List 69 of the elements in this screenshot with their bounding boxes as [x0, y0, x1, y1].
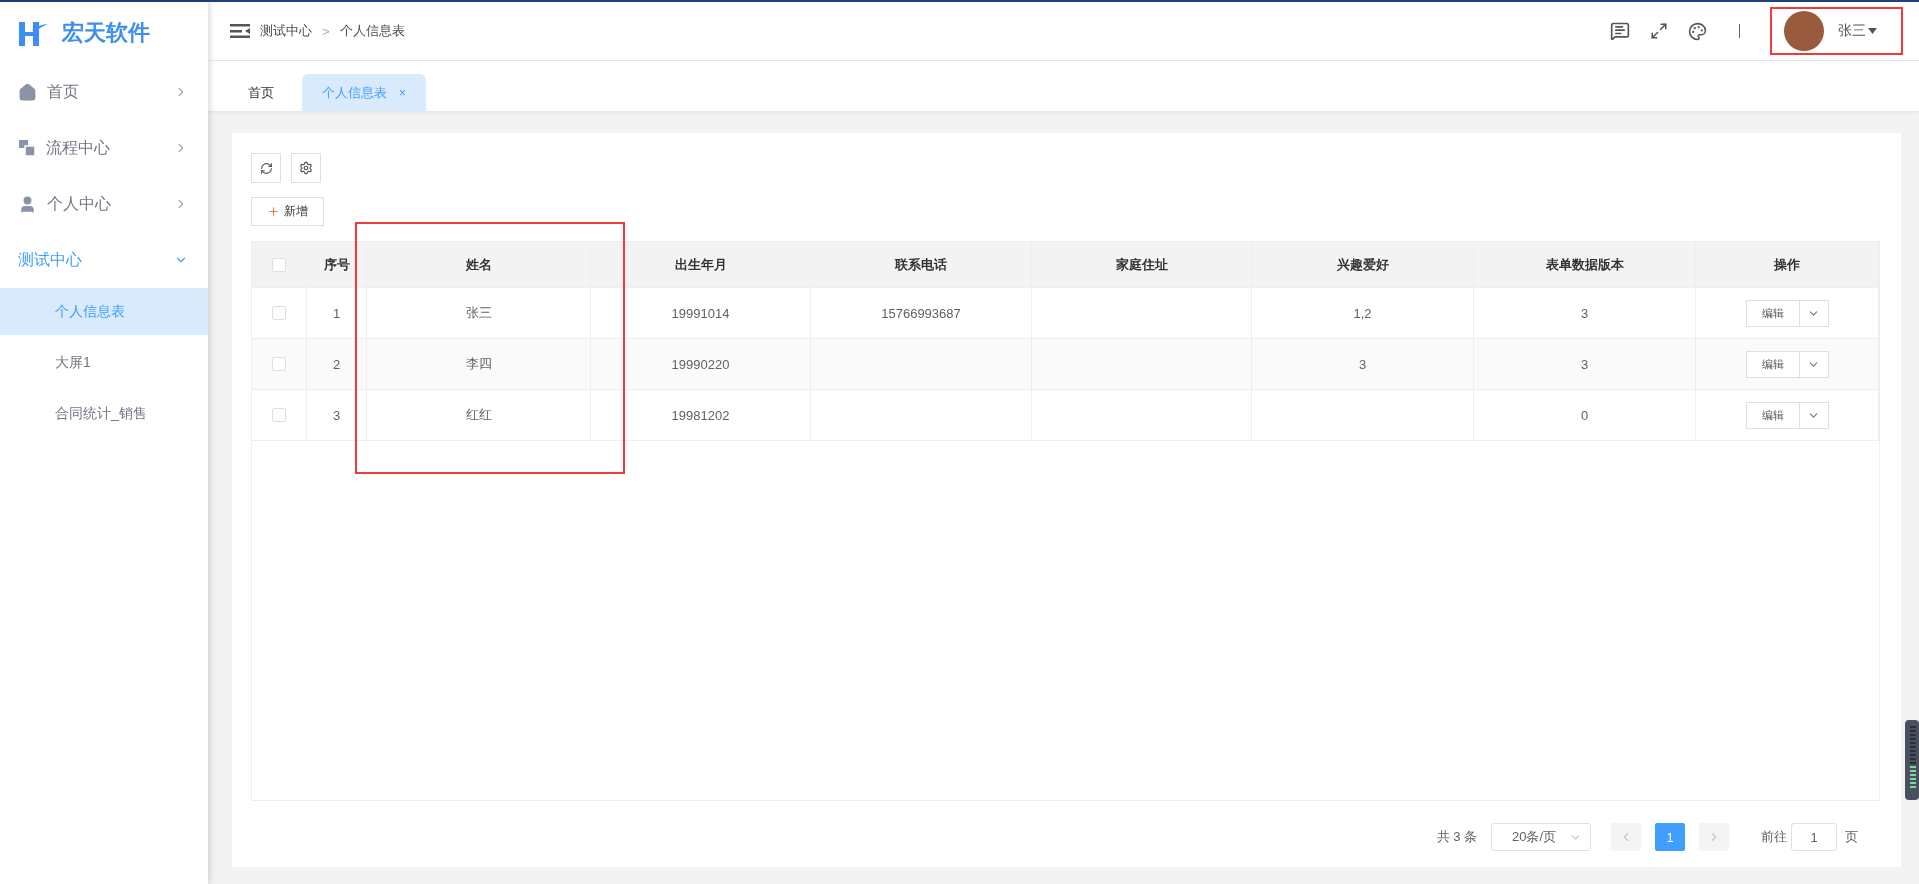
- refresh-button[interactable]: [251, 153, 281, 183]
- table-cell: 3: [1252, 339, 1474, 390]
- edit-button[interactable]: 编辑: [1745, 350, 1799, 378]
- checkbox[interactable]: [272, 306, 286, 320]
- logo-text: 宏天软件: [62, 19, 150, 47]
- column-header: 操作: [1696, 242, 1879, 288]
- sidebar-subitem[interactable]: 合同统计_销售: [0, 390, 208, 437]
- column-header: 出生年月: [591, 242, 811, 288]
- table-cell: 19991014: [591, 288, 811, 339]
- home-icon: [18, 82, 37, 102]
- edit-button[interactable]: 编辑: [1745, 401, 1799, 429]
- table-cell: 19990220: [591, 339, 811, 390]
- page-size-select[interactable]: 20条/页: [1491, 823, 1591, 851]
- dropdown-button[interactable]: [1798, 401, 1829, 429]
- checkbox[interactable]: [272, 408, 286, 422]
- sidebar-item[interactable]: 流程中心: [0, 120, 208, 176]
- table-cell: 张三: [367, 288, 591, 339]
- column-header: 序号: [307, 242, 367, 288]
- goto-label: 前往: [1761, 828, 1787, 846]
- sidebar-subitem[interactable]: 大屏1: [0, 339, 208, 386]
- column-header: 姓名: [367, 242, 591, 288]
- checkbox[interactable]: [272, 357, 286, 371]
- checkbox[interactable]: [272, 257, 286, 272]
- avatar: [1784, 11, 1824, 51]
- breadcrumb-item[interactable]: 测试中心: [260, 22, 312, 40]
- breadcrumb-item: 个人信息表: [339, 22, 405, 40]
- prev-page-button[interactable]: [1611, 823, 1641, 851]
- fullscreen-icon[interactable]: [1650, 22, 1668, 40]
- table-cell: 1,2: [1252, 288, 1474, 339]
- edit-button[interactable]: 编辑: [1745, 299, 1799, 327]
- table-cell: 李四: [367, 339, 591, 390]
- sidebar-item[interactable]: 首页: [0, 64, 208, 120]
- windows-icon: [18, 139, 36, 157]
- sidebar-item[interactable]: 测试中心: [0, 232, 208, 288]
- table-cell: 19981202: [591, 390, 811, 441]
- add-button[interactable]: 新增: [251, 197, 324, 226]
- palette-icon[interactable]: [1688, 21, 1707, 41]
- column-header: 联系电话: [811, 242, 1032, 288]
- caret-icon: [1868, 28, 1877, 34]
- column-header: 兴趣爱好: [1252, 242, 1474, 288]
- total-count: 共 3 条: [1436, 828, 1477, 846]
- settings-icon: [299, 161, 313, 175]
- table-cell: 3: [307, 390, 367, 441]
- table-cell: 3: [1474, 288, 1696, 339]
- table-cell: 红红: [367, 390, 591, 441]
- user-icon: [18, 194, 37, 214]
- table-cell: 15766993687: [811, 288, 1032, 339]
- logo-icon: [18, 19, 48, 47]
- breadcrumb-separator: >: [322, 23, 330, 39]
- next-page-button[interactable]: [1699, 823, 1729, 851]
- tab[interactable]: 首页: [228, 74, 294, 111]
- table-cell: 2: [307, 339, 367, 390]
- user-menu[interactable]: 张三: [1772, 7, 1897, 55]
- dropdown-button[interactable]: [1798, 299, 1829, 327]
- menu-fold-icon[interactable]: [230, 23, 250, 39]
- page-input[interactable]: 1: [1791, 823, 1837, 851]
- table-cell: 3: [1474, 339, 1696, 390]
- page-button[interactable]: 1: [1655, 823, 1685, 851]
- refresh-icon: [259, 161, 273, 175]
- settings-button[interactable]: [291, 153, 321, 183]
- message-icon[interactable]: [1610, 21, 1630, 41]
- plus-icon: [267, 205, 280, 218]
- column-header: 家庭住址: [1032, 242, 1252, 288]
- table-cell: 0: [1474, 390, 1696, 441]
- dropdown-button[interactable]: [1798, 350, 1829, 378]
- table-cell: 1: [307, 288, 367, 339]
- column-header: 表单数据版本: [1474, 242, 1696, 288]
- page-suffix: 页: [1845, 828, 1858, 846]
- sidebar-item[interactable]: 个人中心: [0, 176, 208, 232]
